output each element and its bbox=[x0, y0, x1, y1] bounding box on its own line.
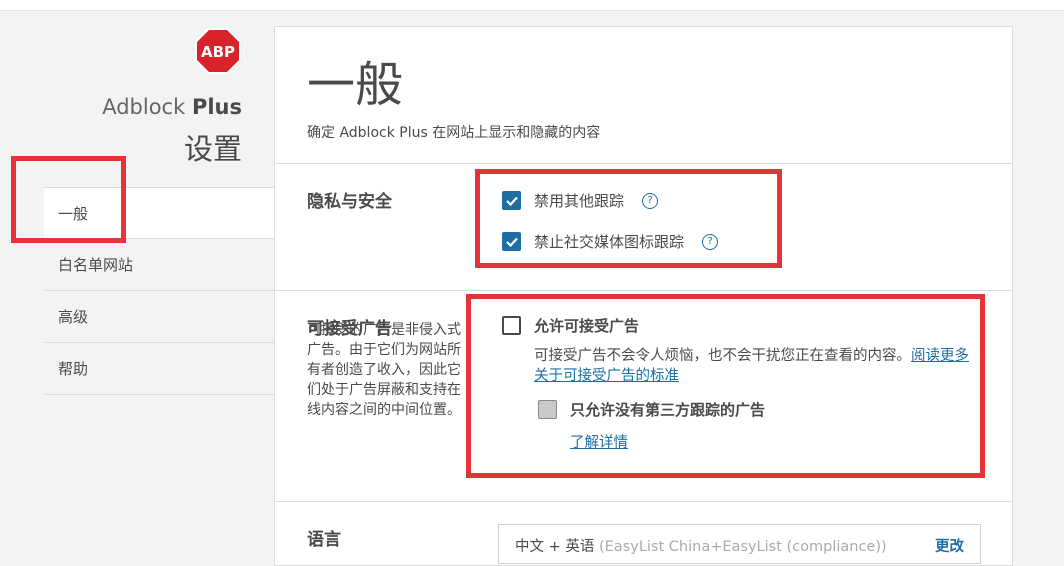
abp-logo-icon: ABP bbox=[194, 27, 242, 75]
checkmark-icon bbox=[505, 196, 518, 206]
option-label: 只允许没有第三方跟踪的广告 bbox=[570, 401, 766, 419]
sidebar-item-whitelist[interactable]: 白名单网站 bbox=[44, 239, 275, 291]
abp-logo-text: ABP bbox=[201, 43, 235, 61]
change-language-button[interactable]: 更改 bbox=[935, 535, 964, 556]
help-icon[interactable]: ? bbox=[702, 233, 719, 250]
learn-more-link[interactable]: 了解详情 bbox=[570, 431, 628, 452]
divider bbox=[275, 163, 1012, 164]
option-disable-tracking: 禁用其他跟踪 ? bbox=[502, 190, 659, 211]
checkmark-icon bbox=[505, 237, 518, 247]
checkbox-no-third-party-tracking[interactable] bbox=[538, 400, 557, 419]
option-label: 禁用其他跟踪 bbox=[534, 192, 625, 210]
page-description: 确定 Adblock Plus 在网站上显示和隐藏的内容 bbox=[307, 125, 601, 141]
language-selector: 中文 + 英语 (EasyList China+EasyList (compli… bbox=[498, 524, 981, 564]
main-panel: 一般 确定 Adblock Plus 在网站上显示和隐藏的内容 隐私与安全 可接… bbox=[274, 26, 1013, 566]
language-current: 中文 + 英语 bbox=[515, 539, 595, 555]
brand-name-bold: Plus bbox=[191, 95, 242, 119]
acceptable-ads-description: 可接受的广告是非侵入式广告。由于它们为网站所有者创造了收入，因此它们处于广告屏蔽… bbox=[307, 322, 461, 418]
option-allow-acceptable-ads: 允许可接受广告 bbox=[502, 315, 639, 336]
settings-title: 设置 bbox=[183, 132, 242, 166]
divider bbox=[275, 501, 1012, 502]
checkbox-block-social-tracking[interactable] bbox=[502, 232, 521, 251]
option-block-social-tracking: 禁止社交媒体图标跟踪 ? bbox=[502, 231, 719, 252]
sidebar-item-help[interactable]: 帮助 bbox=[44, 343, 275, 395]
page-title: 一般 bbox=[307, 57, 404, 113]
sidebar-item-general[interactable]: 一般 bbox=[44, 187, 275, 239]
acceptable-ads-explainer-text: 可接受广告不会令人烦恼，也不会干扰您正在查看的内容。 bbox=[534, 348, 911, 364]
brand-name-text: Adblock bbox=[102, 95, 192, 119]
sidebar-nav: 一般 白名单网站 高级 帮助 bbox=[44, 187, 275, 395]
language-lists: (EasyList China+EasyList (compliance)) bbox=[598, 539, 887, 555]
option-label: 允许可接受广告 bbox=[534, 317, 640, 335]
divider bbox=[275, 290, 1012, 291]
checkbox-allow-acceptable-ads[interactable] bbox=[502, 316, 521, 335]
help-icon[interactable]: ? bbox=[642, 192, 659, 209]
brand-name: Adblock Plus bbox=[102, 95, 242, 119]
top-bar bbox=[0, 0, 1064, 11]
sidebar-item-advanced[interactable]: 高级 bbox=[44, 291, 275, 343]
option-label: 禁止社交媒体图标跟踪 bbox=[534, 233, 685, 251]
language-section-title: 语言 bbox=[307, 530, 341, 550]
option-no-third-party-tracking: 只允许没有第三方跟踪的广告 bbox=[538, 399, 765, 420]
acceptable-ads-explainer: 可接受广告不会令人烦恼，也不会干扰您正在查看的内容。阅读更多关于可接受广告的标准 bbox=[534, 346, 972, 386]
checkbox-disable-tracking[interactable] bbox=[502, 191, 521, 210]
privacy-section-title: 隐私与安全 bbox=[307, 192, 392, 212]
